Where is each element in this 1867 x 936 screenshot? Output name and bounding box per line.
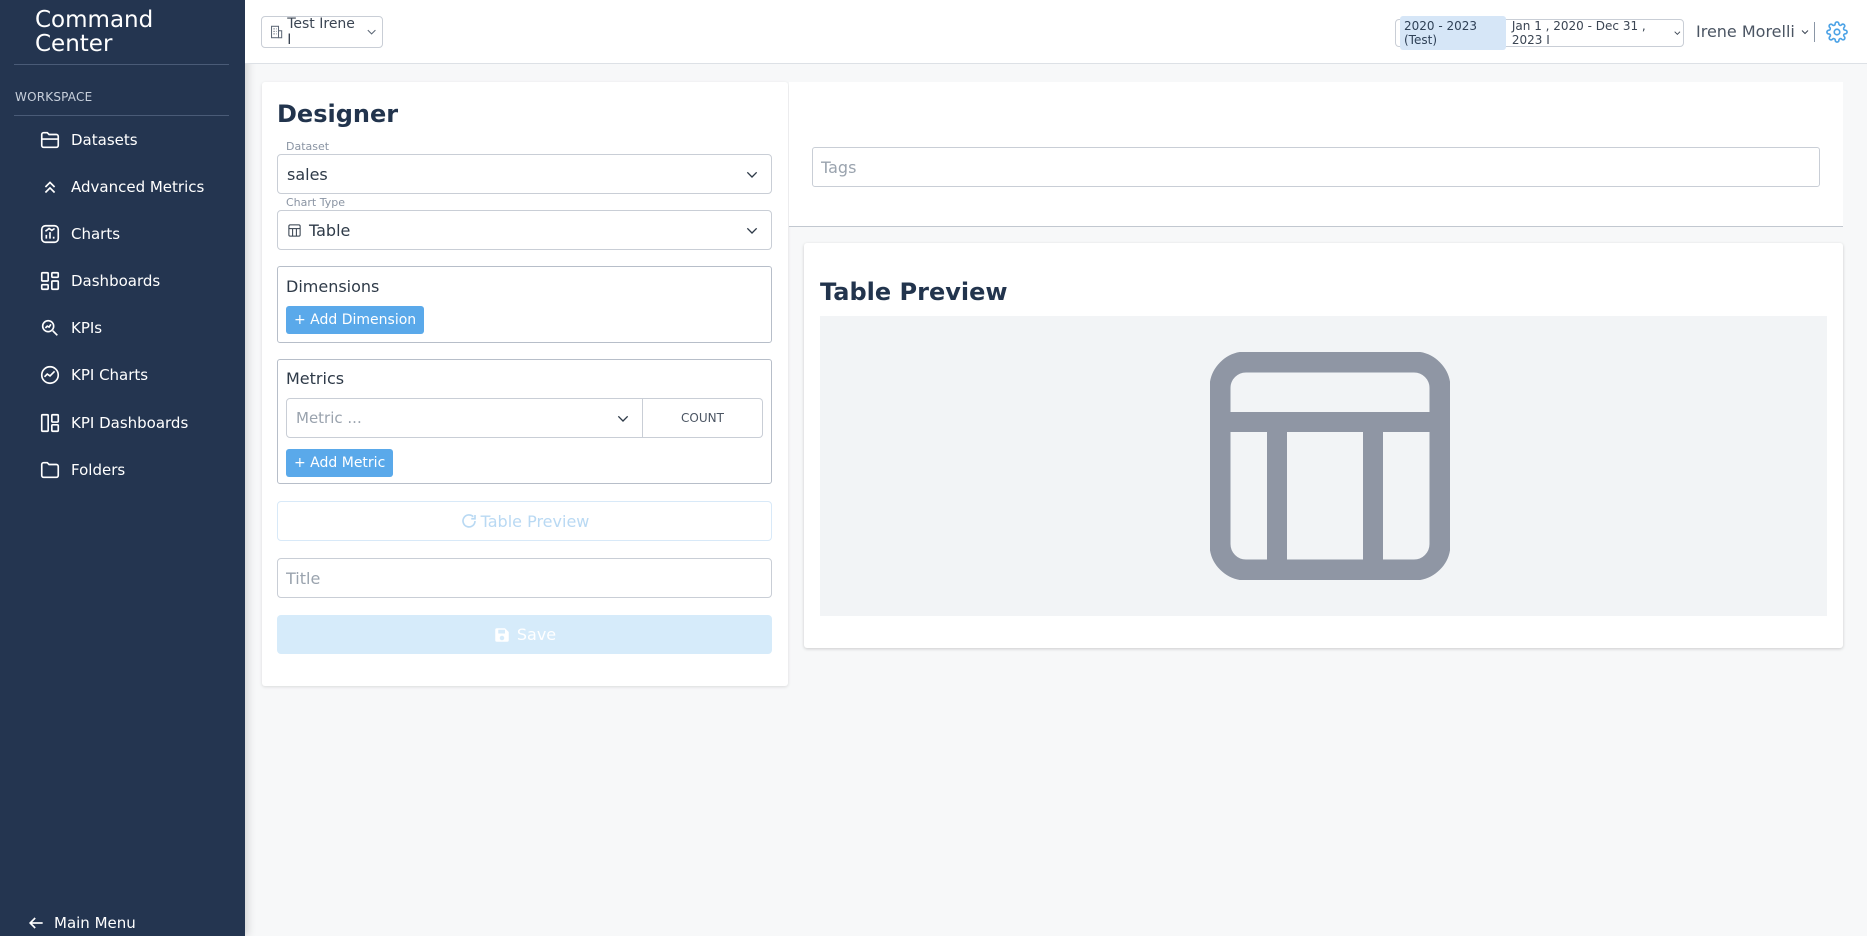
table-icon bbox=[288, 223, 301, 237]
user-name: Irene Morelli bbox=[1696, 22, 1795, 41]
table-preview-label: Table Preview bbox=[480, 511, 590, 531]
metrics-title: Metrics bbox=[286, 369, 345, 388]
dataset-select[interactable]: sales bbox=[277, 154, 772, 194]
section-label-workspace: WORKSPACE bbox=[15, 90, 93, 104]
sidebar-item-kpis[interactable]: KPIs bbox=[38, 313, 102, 343]
dimensions-title: Dimensions bbox=[286, 277, 380, 296]
kpi-dashboard-icon bbox=[38, 411, 62, 435]
brand-line-1: Command bbox=[35, 7, 154, 33]
metric-select[interactable]: Metric ... bbox=[286, 398, 643, 438]
add-dimension-button[interactable]: + Add Dimension bbox=[286, 306, 425, 334]
dimensions-group: Dimensions + Add Dimension bbox=[277, 266, 772, 343]
save-icon bbox=[495, 627, 509, 642]
brand-title: Command Center bbox=[35, 8, 153, 56]
topbar: Test Irene I 2020 - 2023 (Test) Jan 1 , … bbox=[245, 0, 1867, 64]
building-icon bbox=[271, 25, 283, 39]
chart-icon bbox=[38, 222, 62, 246]
sidebar-item-kpi-dashboards[interactable]: KPI Dashboards bbox=[38, 408, 188, 438]
title-input[interactable] bbox=[277, 558, 772, 598]
chevron-down-icon bbox=[1674, 31, 1681, 35]
organization-select[interactable]: Test Irene I bbox=[261, 16, 383, 48]
brand-line-2: Center bbox=[35, 31, 113, 57]
preview-title: Table Preview bbox=[820, 278, 1008, 306]
chevron-down-icon bbox=[746, 227, 758, 234]
dataset-label: Dataset bbox=[286, 140, 330, 153]
sidebar-item-label: KPI Dashboards bbox=[71, 414, 189, 432]
organization-value: Test Irene I bbox=[287, 16, 355, 48]
metric-placeholder: Metric ... bbox=[296, 409, 362, 427]
dataset-value: sales bbox=[287, 164, 328, 184]
date-preset-badge: 2020 - 2023 (Test) bbox=[1400, 16, 1506, 50]
chart-type-select[interactable]: Table bbox=[277, 210, 772, 250]
date-range-select[interactable]: 2020 - 2023 (Test) Jan 1 , 2020 - Dec 31… bbox=[1395, 16, 1684, 50]
chart-type-value: Table bbox=[309, 220, 351, 240]
main-menu-link[interactable]: Main Menu bbox=[26, 910, 136, 936]
chevron-down-icon bbox=[746, 171, 758, 178]
chevron-down-icon bbox=[617, 415, 629, 422]
sidebar-item-label: Advanced Metrics bbox=[71, 178, 205, 196]
sidebar: Command Center WORKSPACE Datasets Advanc… bbox=[0, 0, 245, 936]
table-preview-button[interactable]: Table Preview bbox=[277, 501, 772, 541]
sidebar-item-folders[interactable]: Folders bbox=[38, 455, 125, 485]
sidebar-item-label: Folders bbox=[71, 461, 126, 479]
aggregation-select[interactable]: COUNT bbox=[643, 398, 763, 438]
double-chevron-up-icon bbox=[38, 175, 62, 199]
date-range-value: Jan 1 , 2020 - Dec 31 , 2023 I bbox=[1511, 19, 1646, 47]
sidebar-item-label: KPIs bbox=[71, 319, 103, 337]
sidebar-item-kpi-charts[interactable]: KPI Charts bbox=[38, 360, 148, 390]
chart-type-label: Chart Type bbox=[286, 196, 345, 209]
dashboard-grid-icon bbox=[38, 269, 62, 293]
kpi-gauge-icon bbox=[38, 363, 62, 387]
sidebar-item-advanced-metrics[interactable]: Advanced Metrics bbox=[38, 172, 204, 202]
sidebar-item-label: Charts bbox=[71, 225, 121, 243]
chevron-down-icon bbox=[367, 29, 376, 35]
kpi-search-icon bbox=[38, 316, 62, 340]
divider bbox=[14, 64, 229, 65]
save-label: Save bbox=[516, 625, 557, 644]
page-title: Designer bbox=[277, 100, 399, 128]
sidebar-item-datasets[interactable]: Datasets bbox=[38, 125, 138, 155]
settings-button[interactable] bbox=[1826, 21, 1848, 43]
sidebar-item-charts[interactable]: Charts bbox=[38, 219, 120, 249]
save-button[interactable]: Save bbox=[277, 615, 772, 654]
sidebar-item-label: KPI Charts bbox=[71, 366, 149, 384]
divider bbox=[14, 115, 229, 116]
tags-input[interactable] bbox=[812, 147, 1820, 187]
sidebar-item-dashboards[interactable]: Dashboards bbox=[38, 266, 160, 296]
gear-icon bbox=[1826, 21, 1848, 43]
sidebar-item-label: Dashboards bbox=[71, 272, 161, 290]
main-menu-label: Main Menu bbox=[54, 914, 136, 932]
folder-open-icon bbox=[38, 128, 62, 152]
chevron-down-icon bbox=[1801, 29, 1809, 34]
folder-icon bbox=[38, 458, 62, 482]
table-icon bbox=[1210, 352, 1450, 580]
sidebar-item-label: Datasets bbox=[71, 131, 138, 149]
metrics-group: Metrics Metric ... COUNT + Add Metric bbox=[277, 359, 772, 484]
divider bbox=[1814, 22, 1815, 42]
user-menu[interactable]: Irene Morelli bbox=[1696, 22, 1811, 41]
refresh-icon bbox=[461, 514, 476, 528]
arrow-left-icon bbox=[28, 917, 43, 929]
add-metric-button[interactable]: + Add Metric bbox=[286, 449, 394, 477]
